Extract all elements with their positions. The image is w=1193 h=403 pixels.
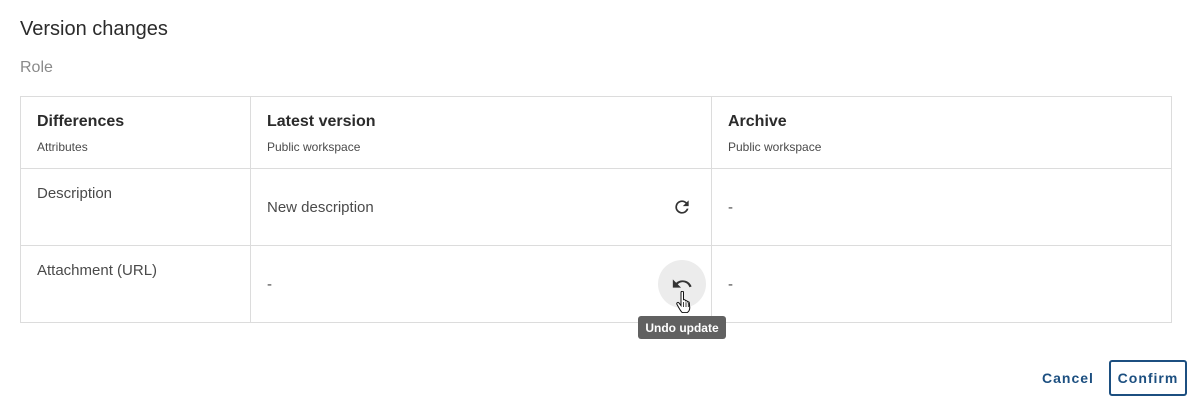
latest-value: New description bbox=[267, 199, 374, 216]
archive-cell: - bbox=[712, 246, 1171, 322]
latest-version-cell: - bbox=[251, 246, 712, 322]
archive-value: - bbox=[728, 199, 733, 216]
archive-cell: - bbox=[712, 169, 1171, 245]
header-title: Latest version bbox=[267, 113, 376, 130]
header-cell-differences: Differences Attributes bbox=[21, 97, 251, 168]
table-row: Description New description - bbox=[21, 169, 1171, 246]
latest-version-cell: New description bbox=[251, 169, 712, 245]
attribute-label: Description bbox=[37, 185, 113, 202]
dialog-title: Version changes bbox=[20, 18, 168, 40]
header-subtitle: Public workspace bbox=[267, 140, 361, 154]
version-compare-table: Differences Attributes Latest version Pu… bbox=[20, 96, 1172, 323]
header-subtitle: Attributes bbox=[37, 140, 88, 154]
header-cell-latest-version: Latest version Public workspace bbox=[251, 97, 712, 168]
refresh-icon bbox=[675, 200, 689, 214]
attribute-cell: Attachment (URL) bbox=[21, 246, 251, 322]
confirm-button[interactable]: Confirm bbox=[1109, 360, 1187, 396]
header-title: Archive bbox=[728, 113, 787, 130]
table-row: Attachment (URL) - - bbox=[21, 246, 1171, 322]
dialog-subtitle: Role bbox=[20, 59, 53, 76]
table-header-row: Differences Attributes Latest version Pu… bbox=[21, 97, 1171, 169]
cancel-button[interactable]: Cancel bbox=[1033, 361, 1103, 395]
attribute-label: Attachment (URL) bbox=[37, 262, 158, 279]
hand-pointer-icon bbox=[676, 291, 691, 313]
header-cell-archive: Archive Public workspace bbox=[712, 97, 1171, 168]
header-title: Differences bbox=[37, 113, 125, 130]
refresh-button[interactable] bbox=[658, 183, 706, 231]
tooltip-undo-update: Undo update bbox=[638, 316, 726, 339]
archive-value: - bbox=[728, 276, 733, 293]
latest-value: - bbox=[267, 276, 272, 293]
attribute-cell: Description bbox=[21, 169, 251, 245]
header-subtitle: Public workspace bbox=[728, 140, 822, 154]
